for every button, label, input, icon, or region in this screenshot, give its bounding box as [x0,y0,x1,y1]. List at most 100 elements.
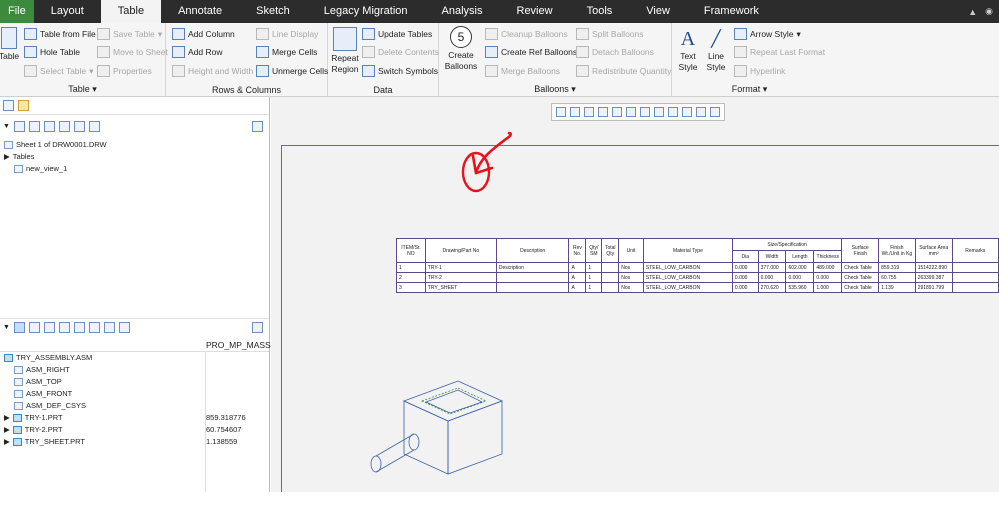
header-cell[interactable]: Total Qty [601,238,620,263]
split-balloons-button[interactable]: Split Balloons [576,28,644,40]
tree-csys[interactable]: ASM_DEF_CSYS [14,401,86,410]
table-cell-rev[interactable]: A [568,262,587,273]
table-cell-wt[interactable]: 859.319 [878,262,916,273]
line-display-button[interactable]: Line Display [256,28,318,40]
move-to-sheet-button[interactable]: Move to Sheet [97,46,168,58]
table-cell-material[interactable]: STEEL_LOW_CARBON [642,262,733,273]
table-from-file-button[interactable]: Table from File [24,28,96,40]
drawing-sheet[interactable]: ITEM/Sr. NO Drawing/Part No Description … [281,131,999,492]
datum-points-icon[interactable] [682,107,692,117]
table-cell-thickness[interactable]: 1.000 [813,282,843,293]
tab-legacy-migration[interactable]: Legacy Migration [307,0,425,23]
table-row[interactable]: 3 TRY_SHEET A 1 Nos STEEL_LOW_CARBON 0.000 270.… [396,282,999,293]
header-cell[interactable]: Material Type [642,238,733,263]
table-cell-area[interactable]: 263399.387 [914,272,953,283]
cleanup-balloons-button[interactable]: Cleanup Balloons [485,28,568,40]
tab-view[interactable]: View [629,0,687,23]
drawing-canvas[interactable]: ITEM/Sr. NO Drawing/Part No Description … [271,97,999,492]
table-cell-drawing[interactable]: TRY_SHEET [424,282,497,293]
tree-part[interactable]: ▶ TRY-1.PRT [4,413,63,422]
tab-review[interactable]: Review [500,0,570,23]
header-cell[interactable]: Unit [618,238,644,263]
expand-icon[interactable]: ▶ [4,413,10,422]
header-cell[interactable]: Width [757,250,787,263]
table-cell-width[interactable]: 377.000 [757,262,787,273]
repaint-icon[interactable] [598,107,608,117]
tree-part[interactable]: ▶ TRY_SHEET.PRT [4,437,85,446]
tab-tools[interactable]: Tools [570,0,630,23]
table-cell-drawing[interactable]: TRY-1 [424,262,497,273]
model-view-3d[interactable] [362,376,522,506]
table-cell-remarks[interactable] [951,272,999,283]
table-cell-length[interactable]: 0.000 [785,272,815,283]
settings-icon[interactable] [28,322,40,333]
table-cell-item[interactable]: 1 [396,262,426,273]
height-width-button[interactable]: Height and Width [172,65,253,77]
tab-sketch[interactable]: Sketch [239,0,307,23]
header-cell[interactable]: Thickness [813,250,843,263]
table-cell-length[interactable]: 535.960 [785,282,815,293]
filter-icon[interactable] [88,322,100,333]
header-cell[interactable]: Description [495,238,570,263]
header-cell[interactable]: Length [785,250,815,263]
chevron-down-icon[interactable]: ▼ [3,324,10,331]
table-row[interactable]: 2 TRY-2 A 1 Nos STEEL_LOW_CARBON 0.000 0.000 0.0… [396,272,999,283]
repeat-last-format-button[interactable]: Repeat Last Format [734,46,825,58]
table-cell-material[interactable]: STEEL_LOW_CARBON [642,272,733,283]
create-ref-balloons-button[interactable]: Create Ref Balloons [485,46,577,58]
expand-icon[interactable]: ▶ [4,152,10,161]
tab-analysis[interactable]: Analysis [425,0,500,23]
table-cell-drawing[interactable]: TRY-2 [424,272,497,283]
tree-datum-plane[interactable]: ASM_RIGHT [14,365,70,374]
update-tables-button[interactable]: Update Tables [362,28,432,40]
tree-view-icon[interactable] [58,322,70,333]
table-cell-wt[interactable]: 1.139 [878,282,916,293]
table-cell-total[interactable] [601,262,620,273]
table-cell-area[interactable]: 1514222.890 [914,262,953,273]
table-cell-rev[interactable]: A [568,282,587,293]
create-balloons-button[interactable]: 5 Create Balloons [442,26,480,72]
save-table-button[interactable]: Save Table ▾ [97,28,162,40]
table-button[interactable]: Table [0,27,19,62]
help-icon[interactable]: ◉ [985,6,993,17]
layers-icon[interactable] [640,107,650,117]
table-cell-description[interactable] [495,272,570,283]
table-cell-finish[interactable]: Check Table [841,262,880,273]
table-cell-qty[interactable]: 1 [585,272,603,283]
sheet-view-icon[interactable] [626,107,636,117]
settings-icon[interactable] [13,120,25,132]
table-cell-dia[interactable]: 0.000 [731,282,759,293]
tree-part[interactable]: ▶ TRY-2.PRT [4,425,63,434]
filter-icon[interactable] [73,120,85,132]
table-cell-thickness[interactable]: 0.000 [813,272,843,283]
table-cell-unit[interactable]: Nos [618,272,644,283]
hole-table-button[interactable]: Hole Table [24,46,80,58]
highlight-icon[interactable] [88,120,100,132]
layers-icon[interactable] [118,322,130,333]
annotation-display-icon[interactable] [710,107,720,117]
merge-balloons-button[interactable]: Merge Balloons [485,65,560,77]
switch-symbols-button[interactable]: Switch Symbols [362,65,438,77]
columns-icon[interactable] [73,322,85,333]
chevron-down-icon[interactable]: ▼ [3,123,10,130]
table-cell-finish[interactable]: Check Table [841,282,880,293]
header-cell[interactable]: Remarks [951,238,999,263]
tab-layout[interactable]: Layout [34,0,101,23]
tree-view-icon[interactable] [43,120,55,132]
header-cell[interactable]: Surface Finish [841,238,880,263]
line-style-button[interactable]: ╱ Line Style [704,27,728,73]
table-cell-area[interactable]: 291891.799 [914,282,953,293]
header-cell[interactable]: Size/Specification [731,238,843,251]
table-cell-length[interactable]: 602.000 [785,262,815,273]
header-cell[interactable]: ITEM/Sr. NO [396,238,426,263]
model-tree-tab-icon[interactable] [3,100,14,111]
list-view-icon[interactable] [43,322,55,333]
chevron-up-icon[interactable]: ▲ [968,7,977,17]
table-cell-dia[interactable]: 0.000 [731,272,759,283]
delete-contents-button[interactable]: Delete Contents [362,46,439,58]
header-cell[interactable]: Dia [731,250,759,263]
table-cell-remarks[interactable] [951,262,999,273]
table-group-label[interactable]: Table ▾ [0,84,165,95]
header-cell[interactable]: Qty/ SM [585,238,603,263]
datum-display-icon[interactable] [654,107,664,117]
